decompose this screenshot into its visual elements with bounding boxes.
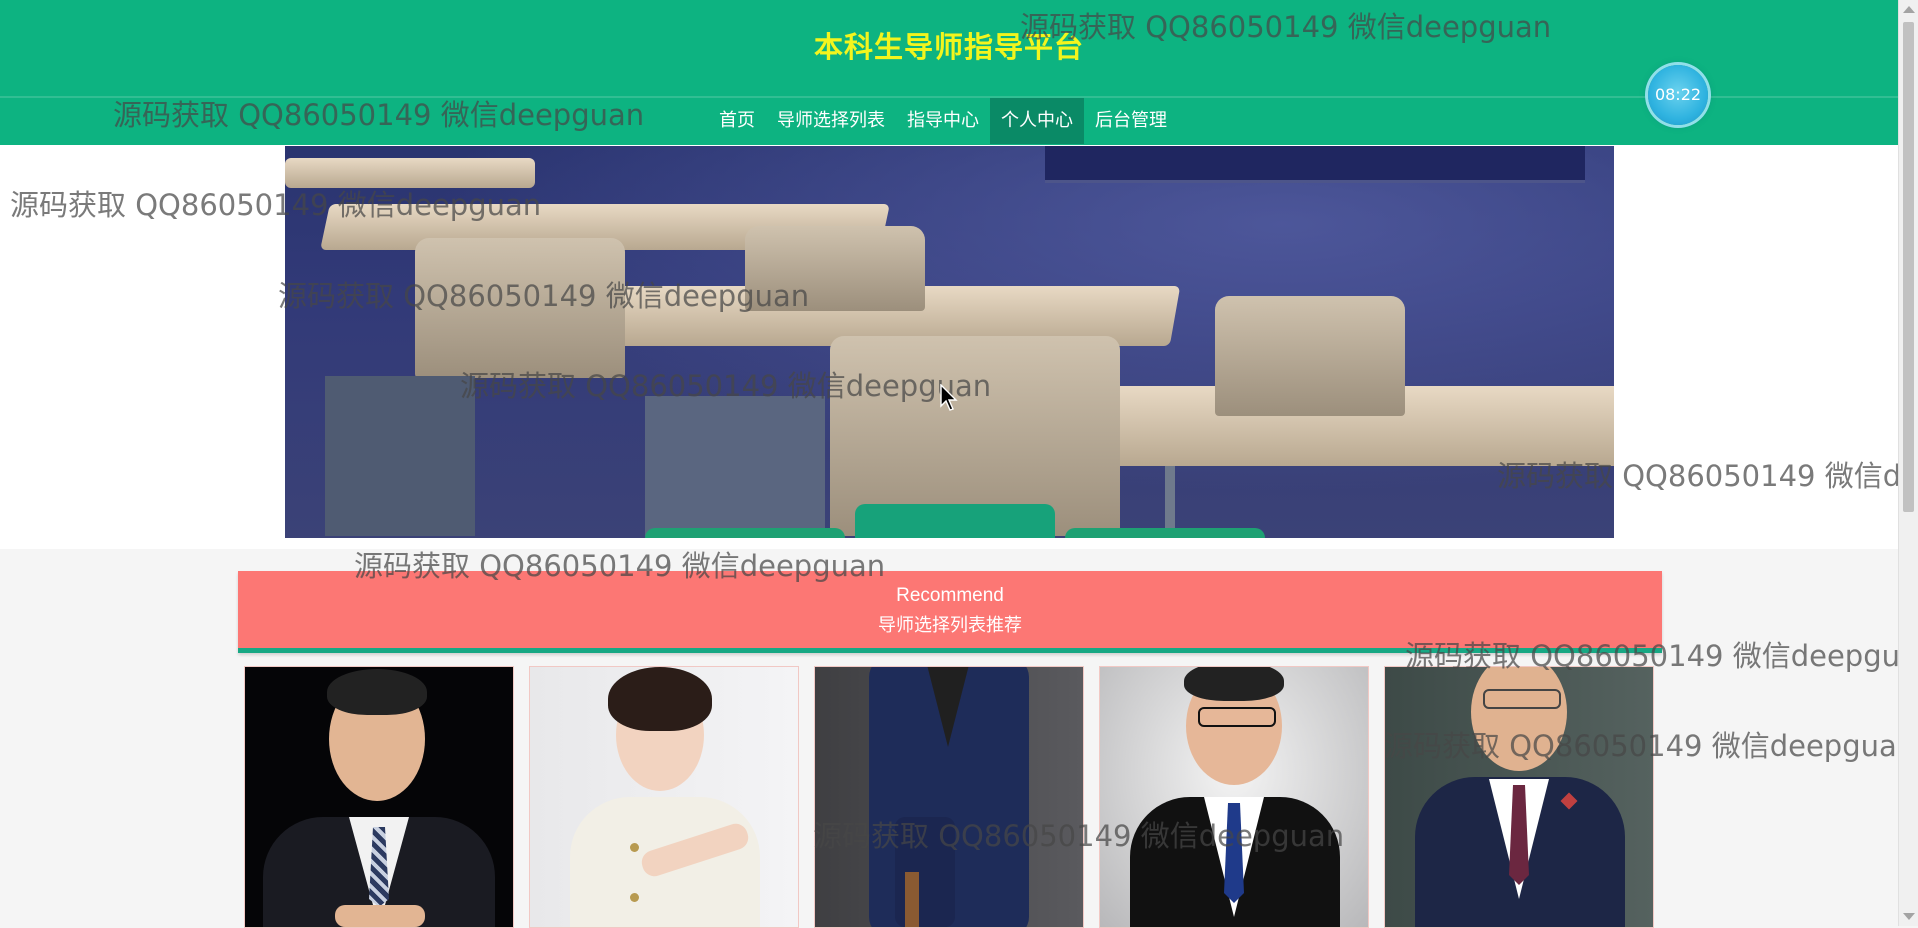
carousel-indicator-2[interactable] xyxy=(855,504,1055,538)
hair-shape xyxy=(1184,667,1284,701)
scroll-down-arrow-icon[interactable] xyxy=(1903,913,1915,920)
chair-shape xyxy=(1215,296,1405,416)
recommend-title-cn: 导师选择列表推荐 xyxy=(878,615,1022,636)
recommend-section-header: Recommend 导师选择列表推荐 xyxy=(238,571,1662,653)
tutor-card[interactable] xyxy=(244,666,514,928)
leg-shape xyxy=(895,817,955,927)
desk-frame-shape xyxy=(325,376,475,536)
recommend-title-en: Recommend xyxy=(896,585,1004,606)
nav-item-admin[interactable]: 后台管理 xyxy=(1084,98,1178,144)
chair-shape xyxy=(415,238,625,378)
carousel-indicators xyxy=(635,498,1265,538)
nav-item-home[interactable]: 首页 xyxy=(708,98,766,144)
hair-shape xyxy=(327,669,427,715)
page: 本科生导师指导平台 首页 导师选择列表 指导中心 个人中心 后台管理 08:22 xyxy=(0,0,1918,928)
hair-shape xyxy=(608,667,712,731)
top-header: 本科生导师指导平台 首页 导师选择列表 指导中心 个人中心 后台管理 08:22 xyxy=(0,0,1898,145)
vertical-scrollbar[interactable] xyxy=(1898,0,1918,926)
site-title: 本科生导师指导平台 xyxy=(813,32,1084,64)
tutor-card[interactable] xyxy=(529,666,799,928)
scroll-up-arrow-icon[interactable] xyxy=(1903,6,1915,13)
nav-item-personal-center[interactable]: 个人中心 xyxy=(990,98,1084,144)
carousel-indicator-1[interactable] xyxy=(645,528,845,538)
carousel-indicator-3[interactable] xyxy=(1065,528,1265,538)
banner-blackboard xyxy=(1045,146,1585,183)
scroll-thumb[interactable] xyxy=(1903,22,1914,512)
nav-item-guidance-center[interactable]: 指导中心 xyxy=(896,98,990,144)
stool-shape xyxy=(905,872,919,927)
face-shape xyxy=(1471,667,1567,771)
nav-item-tutor-list[interactable]: 导师选择列表 xyxy=(766,98,896,144)
glasses-shape xyxy=(1483,689,1561,709)
clock-widget: 08:22 xyxy=(1648,65,1708,125)
tutor-card[interactable] xyxy=(1384,666,1654,928)
button-shape xyxy=(630,843,639,852)
button-shape xyxy=(630,893,639,902)
mouse-cursor-icon xyxy=(940,384,958,411)
main-nav: 首页 导师选择列表 指导中心 个人中心 后台管理 xyxy=(708,98,1178,144)
desk-shape xyxy=(285,158,535,188)
tutor-card[interactable] xyxy=(814,666,1084,928)
chair-shape xyxy=(745,226,925,311)
tutor-card-list xyxy=(244,666,1654,928)
tutor-card[interactable] xyxy=(1099,666,1369,928)
glasses-shape xyxy=(1198,707,1276,727)
hands-shape xyxy=(335,905,425,927)
banner-carousel[interactable] xyxy=(285,146,1614,538)
